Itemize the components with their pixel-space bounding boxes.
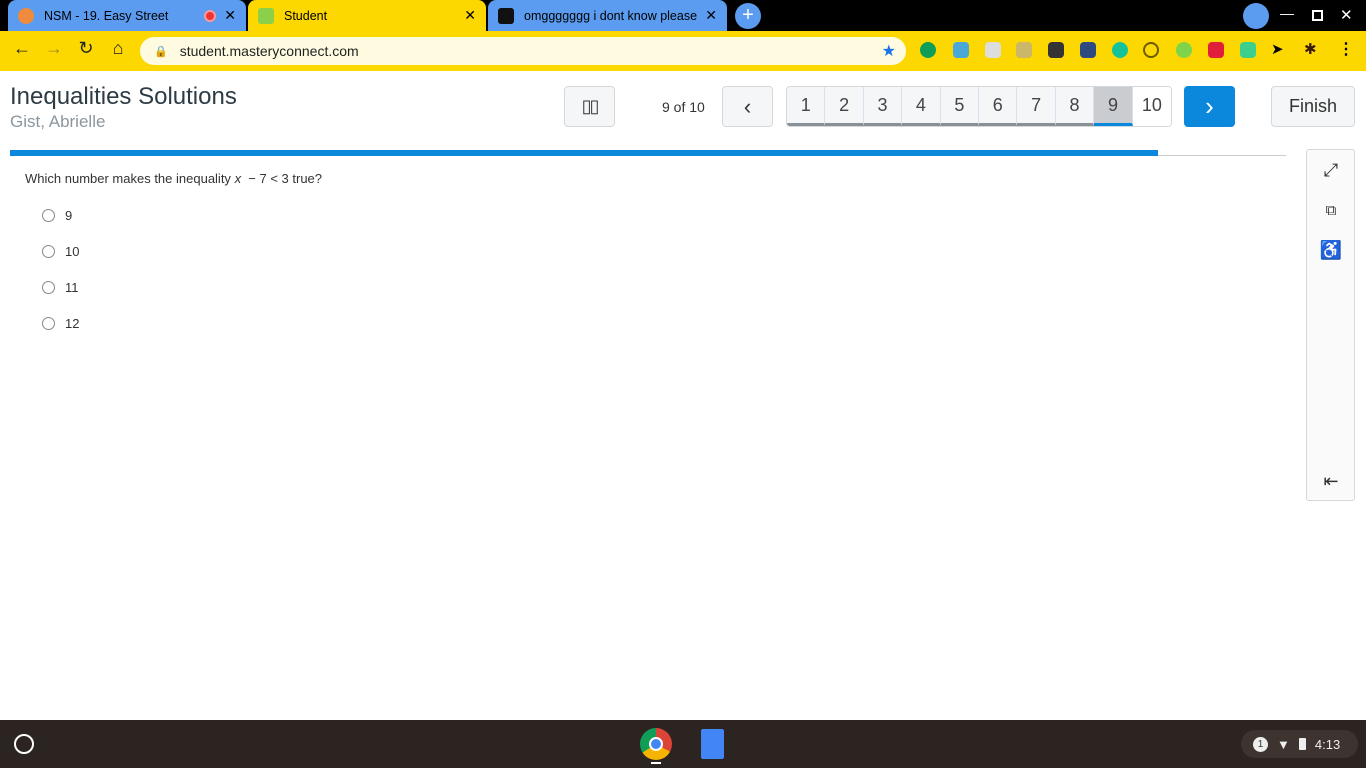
- url-text: student.masteryconnect.com: [179, 43, 359, 59]
- extension-icon[interactable]: [1240, 42, 1256, 58]
- radio-button[interactable]: [42, 209, 55, 222]
- close-window-icon[interactable]: ✕: [1340, 6, 1353, 24]
- pause-button[interactable]: ▯▯: [564, 86, 615, 127]
- browser-menu-icon[interactable]: ⋮: [1338, 39, 1354, 59]
- extension-icon[interactable]: [1016, 42, 1032, 58]
- reload-icon[interactable]: ↻: [74, 38, 98, 59]
- notification-badge[interactable]: 1: [1253, 736, 1268, 752]
- restore-icon[interactable]: [1312, 10, 1323, 21]
- grammarly-icon[interactable]: [1112, 42, 1128, 58]
- extension-icon[interactable]: [1048, 42, 1064, 58]
- page-button-5[interactable]: 5: [940, 87, 980, 126]
- page-button-6[interactable]: 6: [979, 87, 1018, 126]
- collapse-panel-icon[interactable]: ⇤: [1320, 470, 1342, 492]
- status-tray[interactable]: 1 ▼ 4:13: [1241, 730, 1358, 758]
- close-tab-icon[interactable]: ✕: [224, 7, 236, 24]
- tab-title: NSM - 19. Easy Street: [44, 8, 169, 23]
- address-bar[interactable]: 🔒 student.masteryconnect.com ★: [140, 37, 906, 65]
- cursor-extension-icon[interactable]: ➤: [1271, 40, 1284, 58]
- radio-button[interactable]: [42, 317, 55, 330]
- answer-option[interactable]: 9: [42, 208, 72, 223]
- back-icon[interactable]: ←: [10, 38, 34, 59]
- question-text: Which number makes the inequality x − 7 …: [25, 171, 323, 186]
- pause-icon: ▯▯: [581, 96, 600, 116]
- tab-favicon-icon: [258, 7, 274, 24]
- chrome-icon[interactable]: [640, 728, 672, 760]
- clock: 4:13: [1314, 736, 1341, 752]
- answer-option[interactable]: 11: [42, 280, 79, 295]
- tab-favicon-icon: [498, 7, 514, 24]
- question-position: 9 of 10: [662, 99, 705, 115]
- tab-title: omggggggg i dont know please: [524, 8, 698, 23]
- answer-option[interactable]: 10: [42, 244, 79, 259]
- page-button-2[interactable]: 2: [825, 87, 864, 126]
- tab-student[interactable]: Student ✕: [248, 0, 486, 31]
- close-tab-icon[interactable]: ✕: [705, 7, 717, 24]
- extension-icon[interactable]: [953, 42, 969, 58]
- launcher-icon[interactable]: [14, 734, 34, 754]
- extension-icon[interactable]: [1176, 42, 1192, 58]
- forward-icon[interactable]: →: [42, 38, 66, 59]
- page-button-8[interactable]: 8: [1055, 87, 1095, 126]
- radio-button[interactable]: [42, 245, 55, 258]
- taskbar: [0, 720, 1366, 768]
- extension-icon[interactable]: [1208, 42, 1224, 58]
- tab-strip: NSM - 19. Easy Street ✕ Student ✕ omgggg…: [0, 0, 1366, 31]
- expand-icon[interactable]: ⤢: [1320, 159, 1342, 181]
- extension-icon[interactable]: [985, 42, 1001, 58]
- answer-option[interactable]: 12: [42, 316, 79, 331]
- magnifier-icon[interactable]: ⧉: [1320, 199, 1342, 221]
- tab-nsm[interactable]: NSM - 19. Easy Street ✕: [8, 0, 246, 31]
- page-button-10[interactable]: 10: [1132, 87, 1171, 126]
- search-extension-icon[interactable]: [1143, 42, 1159, 58]
- student-name: Gist, Abrielle: [10, 112, 106, 131]
- running-indicator: [651, 762, 661, 764]
- extensions-puzzle-icon[interactable]: ✱: [1304, 40, 1317, 58]
- page-button-3[interactable]: 3: [863, 87, 903, 126]
- page-title: Inequalities Solutions: [10, 83, 237, 110]
- profile-menu-icon[interactable]: [1243, 3, 1269, 29]
- tab-title: Student: [284, 8, 328, 23]
- hangouts-extension-icon[interactable]: [920, 42, 936, 58]
- page-button-4[interactable]: 4: [902, 87, 941, 126]
- battery-icon: [1298, 738, 1306, 750]
- recording-icon: [204, 9, 217, 22]
- question-pager: 1 2 3 4 5 6 7 8 9 10: [786, 86, 1172, 127]
- extension-icon[interactable]: [1080, 42, 1096, 58]
- minimize-icon[interactable]: —: [1280, 5, 1294, 21]
- finish-button[interactable]: Finish: [1271, 86, 1355, 127]
- lock-icon: 🔒: [154, 45, 168, 58]
- close-tab-icon[interactable]: ✕: [464, 7, 476, 24]
- previous-question-button[interactable]: ‹: [722, 86, 773, 127]
- tab-brainly[interactable]: omggggggg i dont know please ✕: [488, 0, 727, 31]
- bookmark-star-icon[interactable]: ★: [882, 41, 896, 61]
- home-icon[interactable]: ⌂: [106, 38, 130, 59]
- wifi-icon: ▼: [1277, 736, 1290, 752]
- accessibility-icon[interactable]: ♿: [1320, 239, 1342, 261]
- page-button-9[interactable]: 9: [1094, 87, 1133, 126]
- page-button-7[interactable]: 7: [1017, 87, 1056, 126]
- radio-button[interactable]: [42, 281, 55, 294]
- next-question-button[interactable]: ›: [1184, 86, 1235, 127]
- progress-bar: [10, 150, 1159, 156]
- google-docs-icon[interactable]: [701, 729, 724, 759]
- new-tab-button[interactable]: +: [735, 3, 761, 29]
- tab-favicon-icon: [18, 7, 34, 24]
- page-button-1[interactable]: 1: [787, 87, 826, 126]
